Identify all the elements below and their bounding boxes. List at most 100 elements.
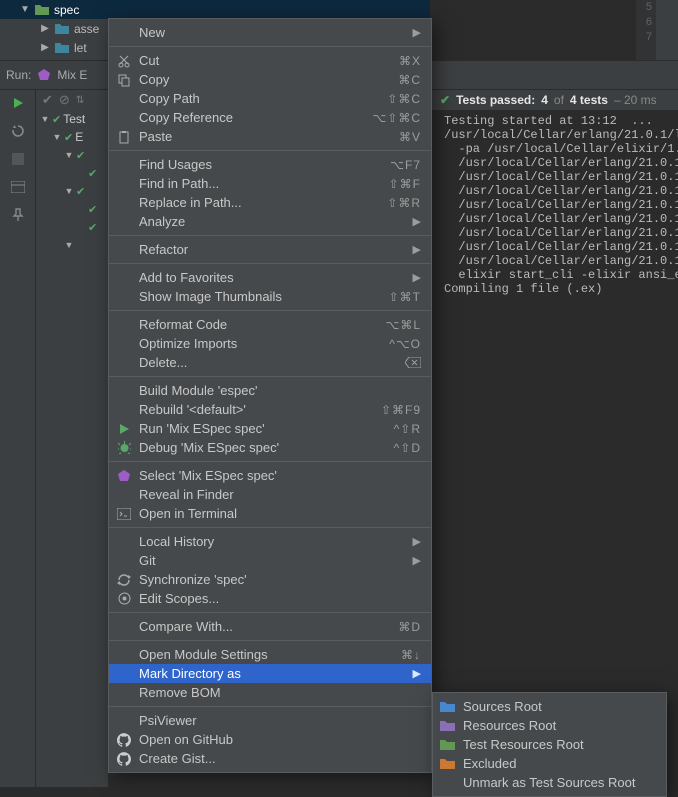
chevron-down-icon[interactable]: ▼ — [64, 186, 74, 196]
menu-shortcut: ⇧⌘C — [387, 92, 421, 106]
pass-icon: ✔ — [88, 221, 97, 234]
tool-rail — [0, 90, 36, 787]
menu-shortcut: ⇧⌘F9 — [381, 403, 421, 417]
rerun-icon[interactable] — [9, 122, 27, 140]
test-tree[interactable]: ▼✔Test▼✔E▼✔✔▼✔✔✔▼ — [36, 110, 108, 787]
test-node[interactable]: ✔ — [36, 218, 108, 236]
folder-icon — [34, 3, 50, 17]
filter-fail-icon[interactable]: ⊘ — [59, 92, 70, 108]
run-icon — [115, 423, 133, 435]
chevron-down-icon[interactable]: ▼ — [64, 150, 74, 160]
tests-time: – 20 ms — [614, 93, 657, 107]
menu-item-git[interactable]: Git▶ — [109, 551, 431, 570]
submenu-item-resources-root[interactable]: Resources Root — [433, 716, 666, 735]
menu-item-delete[interactable]: Delete... — [109, 353, 431, 372]
menu-item-paste[interactable]: Paste⌘V — [109, 127, 431, 146]
menu-item-open-in-terminal[interactable]: Open in Terminal — [109, 504, 431, 523]
submenu-item-test-resources-root[interactable]: Test Resources Root — [433, 735, 666, 754]
submenu-item-excluded[interactable]: Excluded — [433, 754, 666, 773]
menu-item-label: Reveal in Finder — [139, 487, 421, 502]
pin-icon[interactable] — [9, 206, 27, 224]
folder-icon — [54, 41, 70, 55]
test-toolbar: ✔ ⊘ ⇅ — [36, 90, 108, 110]
menu-separator — [109, 612, 431, 613]
menu-item-reveal-in-finder[interactable]: Reveal in Finder — [109, 485, 431, 504]
menu-item-select-mix-espec-spec[interactable]: Select 'Mix ESpec spec' — [109, 466, 431, 485]
menu-item-synchronize-spec[interactable]: Synchronize 'spec' — [109, 570, 431, 589]
menu-item-psiviewer[interactable]: PsiViewer — [109, 711, 431, 730]
menu-separator — [109, 235, 431, 236]
menu-item-refactor[interactable]: Refactor▶ — [109, 240, 431, 259]
menu-separator — [109, 46, 431, 47]
test-node[interactable]: ▼ — [36, 236, 108, 254]
menu-item-replace-in-path[interactable]: Replace in Path...⇧⌘R — [109, 193, 431, 212]
console-output[interactable]: Testing started at 13:12 ... /usr/local/… — [432, 110, 678, 787]
menu-item-find-usages[interactable]: Find Usages⌥F7 — [109, 155, 431, 174]
submenu-item-label: Test Resources Root — [463, 737, 584, 752]
run-config-name[interactable]: Mix E — [57, 68, 87, 82]
menu-item-create-gist[interactable]: Create Gist... — [109, 749, 431, 768]
menu-item-label: Edit Scopes... — [139, 591, 421, 606]
test-node[interactable]: ▼✔ — [36, 146, 108, 164]
submenu-item-sources-root[interactable]: Sources Root — [433, 697, 666, 716]
menu-item-edit-scopes[interactable]: Edit Scopes... — [109, 589, 431, 608]
menu-item-new[interactable]: New▶ — [109, 23, 431, 42]
stop-icon[interactable] — [9, 150, 27, 168]
menu-shortcut: ⌥⇧⌘C — [372, 111, 421, 125]
chevron-right-icon[interactable]: ▶ — [40, 23, 50, 34]
test-node[interactable]: ▼✔Test — [36, 110, 108, 128]
menu-item-analyze[interactable]: Analyze▶ — [109, 212, 431, 231]
menu-item-debug-mix-espec-spec[interactable]: Debug 'Mix ESpec spec'^⇧D — [109, 438, 431, 457]
menu-item-label: Synchronize 'spec' — [139, 572, 421, 587]
menu-item-copy-reference[interactable]: Copy Reference⌥⇧⌘C — [109, 108, 431, 127]
context-menu[interactable]: New▶ Cut⌘XCopy⌘CCopy Path⇧⌘CCopy Referenc… — [108, 18, 432, 773]
menu-item-build-module-espec[interactable]: Build Module 'espec' — [109, 381, 431, 400]
menu-separator — [109, 461, 431, 462]
test-node[interactable]: ▼✔E — [36, 128, 108, 146]
menu-item-cut[interactable]: Cut⌘X — [109, 51, 431, 70]
test-node[interactable] — [36, 254, 108, 272]
menu-item-remove-bom[interactable]: Remove BOM — [109, 683, 431, 702]
run-icon[interactable] — [9, 94, 27, 112]
menu-item-find-in-path[interactable]: Find in Path...⇧⌘F — [109, 174, 431, 193]
menu-item-optimize-imports[interactable]: Optimize Imports^⌥O — [109, 334, 431, 353]
github-icon — [115, 752, 133, 766]
menu-item-reformat-code[interactable]: Reformat Code⌥⌘L — [109, 315, 431, 334]
menu-item-open-module-settings[interactable]: Open Module Settings⌘↓ — [109, 645, 431, 664]
chevron-down-icon[interactable]: ▼ — [64, 240, 74, 250]
menu-item-label: Reformat Code — [139, 317, 379, 332]
menu-item-label: Compare With... — [139, 619, 392, 634]
menu-item-show-image-thumbnails[interactable]: Show Image Thumbnails⇧⌘T — [109, 287, 431, 306]
menu-item-compare-with[interactable]: Compare With...⌘D — [109, 617, 431, 636]
menu-item-label: Analyze — [139, 214, 407, 229]
mark-directory-submenu[interactable]: Sources RootResources Root Test Resources… — [432, 692, 667, 797]
pass-icon: ✔ — [88, 167, 97, 180]
menu-item-mark-directory-as[interactable]: Mark Directory as▶ — [109, 664, 431, 683]
chevron-down-icon[interactable]: ▼ — [20, 4, 30, 15]
test-node[interactable]: ▼✔ — [36, 182, 108, 200]
menu-item-local-history[interactable]: Local History▶ — [109, 532, 431, 551]
menu-item-add-to-favorites[interactable]: Add to Favorites▶ — [109, 268, 431, 287]
menu-shortcut: ⇧⌘R — [387, 196, 421, 210]
tests-total: 4 tests — [570, 93, 608, 107]
tree-row-spec[interactable]: ▼spec — [0, 0, 430, 19]
layout-icon[interactable] — [9, 178, 27, 196]
test-node[interactable]: ✔ — [36, 200, 108, 218]
pass-icon: ✔ — [76, 149, 85, 162]
chevron-down-icon[interactable]: ▼ — [52, 132, 62, 142]
submenu-item-unmark-as-test-sources-root[interactable]: Unmark as Test Sources Root — [433, 773, 666, 792]
sort-icon[interactable]: ⇅ — [76, 95, 84, 106]
menu-separator — [109, 376, 431, 377]
chevron-down-icon[interactable]: ▼ — [40, 114, 50, 124]
menu-item-open-on-github[interactable]: Open on GitHub — [109, 730, 431, 749]
menu-item-rebuild-default[interactable]: Rebuild '<default>'⇧⌘F9 — [109, 400, 431, 419]
menu-item-copy[interactable]: Copy⌘C — [109, 70, 431, 89]
menu-item-run-mix-espec-spec[interactable]: Run 'Mix ESpec spec'^⇧R — [109, 419, 431, 438]
test-node[interactable]: ✔ — [36, 164, 108, 182]
chevron-right-icon[interactable]: ▶ — [40, 42, 50, 53]
menu-shortcut: ⌥F7 — [390, 158, 421, 172]
submenu-arrow-icon: ▶ — [413, 271, 421, 284]
filter-pass-icon[interactable]: ✔ — [42, 92, 53, 108]
pass-icon: ✔ — [76, 185, 85, 198]
menu-item-copy-path[interactable]: Copy Path⇧⌘C — [109, 89, 431, 108]
